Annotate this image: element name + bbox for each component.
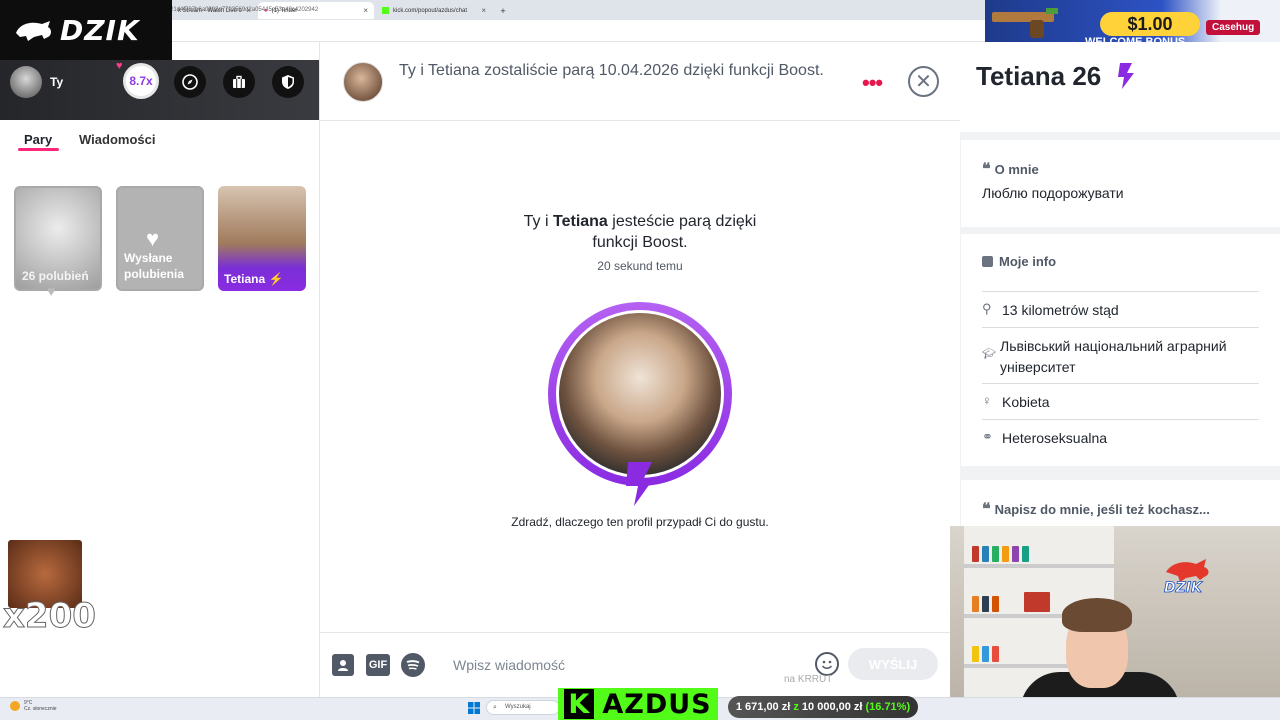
match-card-tetiana[interactable]: Tetiana ⚡ [218,186,306,291]
svg-text:DZIK: DZIK [1164,580,1203,594]
location-pin-icon: ⚲ [982,301,992,316]
info-row-distance: ⚲ 13 kilometrów stąd [982,292,1259,328]
person-icon: ♀︎ [982,393,992,408]
kick-channel-name: AZDUS [602,688,712,720]
info-title: Moje info [982,254,1056,269]
close-chat-button[interactable]: ✕ [908,66,939,97]
send-button[interactable]: WYŚLIJ [848,648,938,680]
match-header-text: Ty i Tetiana zostaliście parą 10.04.2026… [399,62,824,79]
tab-messages[interactable]: Wiadomości [79,132,155,147]
weather-icon [10,701,20,711]
close-tab-icon[interactable]: × [481,6,486,15]
quote-icon: ❝ [982,499,991,518]
kick-logo-icon: K [564,689,595,720]
likes-count-label: 26 polubień [22,269,89,283]
sidebar-header [0,60,320,120]
about-text: Люблю подорожувати [982,185,1124,201]
heart-icon: ♥ [47,283,56,299]
compass-icon[interactable] [174,66,206,98]
sidebar-divider [319,42,320,697]
info-row-school: 🎓︎ Львівський національний аграрний уніве… [982,328,1259,384]
ad-brand: Casehug [1206,20,1261,35]
quote-icon: ❝ [982,159,991,178]
likes-card[interactable]: 26 polubień [14,186,102,291]
my-profile-label[interactable]: Ty [50,75,63,89]
my-avatar[interactable] [10,66,42,98]
spotify-icon[interactable] [401,653,425,677]
match-announcement: Ty i Tetiana jesteście parą dzięki funkc… [523,213,757,251]
windows-start-icon[interactable] [468,702,480,714]
match-photo [559,313,721,475]
active-tab-indicator [18,148,59,151]
conversation-prompt: Zdradź, dlaczego ten profil przypadł Ci … [511,515,769,529]
dzik-cam-logo: DZIK [1160,556,1218,596]
info-row-gender: ♀︎ Kobieta [982,384,1259,420]
sent-likes-label: Wysłane polubienia [124,251,184,281]
boost-bolt-icon [626,462,654,506]
boost-bolt-icon: ⚡ [268,272,284,286]
match-card-name: Tetiana ⚡ [224,272,284,286]
info-row-orientation: ⚭ Heteroseksualna [982,429,1108,446]
match-avatar[interactable] [343,62,383,102]
boost-value: 8.7x [129,74,153,88]
write-section: ❝ Napisz do mnie, jeśli też kochasz... [961,480,1280,526]
close-icon: ✕ [915,71,932,93]
match-time: 20 sekund temu [597,259,683,273]
heart-icon: ♥ [116,60,123,72]
write-title: ❝ Napisz do mnie, jeśli też kochasz... [982,499,1210,518]
kick-channel-banner: K AZDUS [558,688,718,720]
dzik-logo-overlay: DZIK [0,0,172,60]
sent-likes-card[interactable]: ♥ Wysłane polubienia [116,186,204,291]
gif-button[interactable]: GIF [366,654,390,676]
message-input[interactable]: Wpisz wiadomość [453,657,565,673]
boost-bolt-icon [1118,63,1134,89]
kick-icon [382,7,389,14]
emoji-icon[interactable] [815,652,839,676]
boost-button[interactable]: 8.7x [123,63,159,99]
more-options-icon[interactable]: ••• [862,70,883,96]
sent-heart-icon: ♥ [146,226,160,251]
bet-progress-bar: 1 671,00 zł z 10 000,00 zł (16.71%) [728,696,918,718]
orientation-icon: ⚭ [982,429,993,444]
shield-icon[interactable] [272,66,304,98]
profile-name: Tetiana 26 [976,61,1102,91]
weather-widget[interactable]: 9°C Cz. słonecznie [24,700,57,712]
new-tab-button[interactable]: + [496,2,510,19]
emote-multiplier: x200 [3,596,97,637]
boar-icon [16,21,51,41]
match-name: Tetiana [553,213,608,230]
taskbar-search[interactable]: ⌕ Wyszukaj [486,700,560,715]
contact-card-icon[interactable] [332,654,354,676]
streamer-hair [1062,598,1132,632]
gun-icon [990,6,1062,40]
about-title: ❝ O mnie [982,159,1039,178]
match-photo-ring[interactable] [548,302,732,486]
browser-tab-kick[interactable]: kick.com/popout/azdus/chat × [376,2,492,19]
watermark-text: na KRRUT [784,674,833,685]
briefcase-icon[interactable] [223,66,255,98]
about-section: ❝ O mnie Люблю подорожувати [961,140,1280,227]
close-tab-icon[interactable]: × [363,6,368,15]
tab-matches[interactable]: Pary [24,132,52,147]
dzik-logo-text: DZIK [60,13,140,47]
info-card-icon [982,256,993,267]
search-icon: ⌕ [493,704,497,711]
ad-price: $1.00 [1100,12,1200,36]
school-icon: 🎓︎ [982,348,996,360]
url-text[interactable]: 21d4f787b6a0902e7703569d2a05445e53e49c42… [170,7,318,13]
